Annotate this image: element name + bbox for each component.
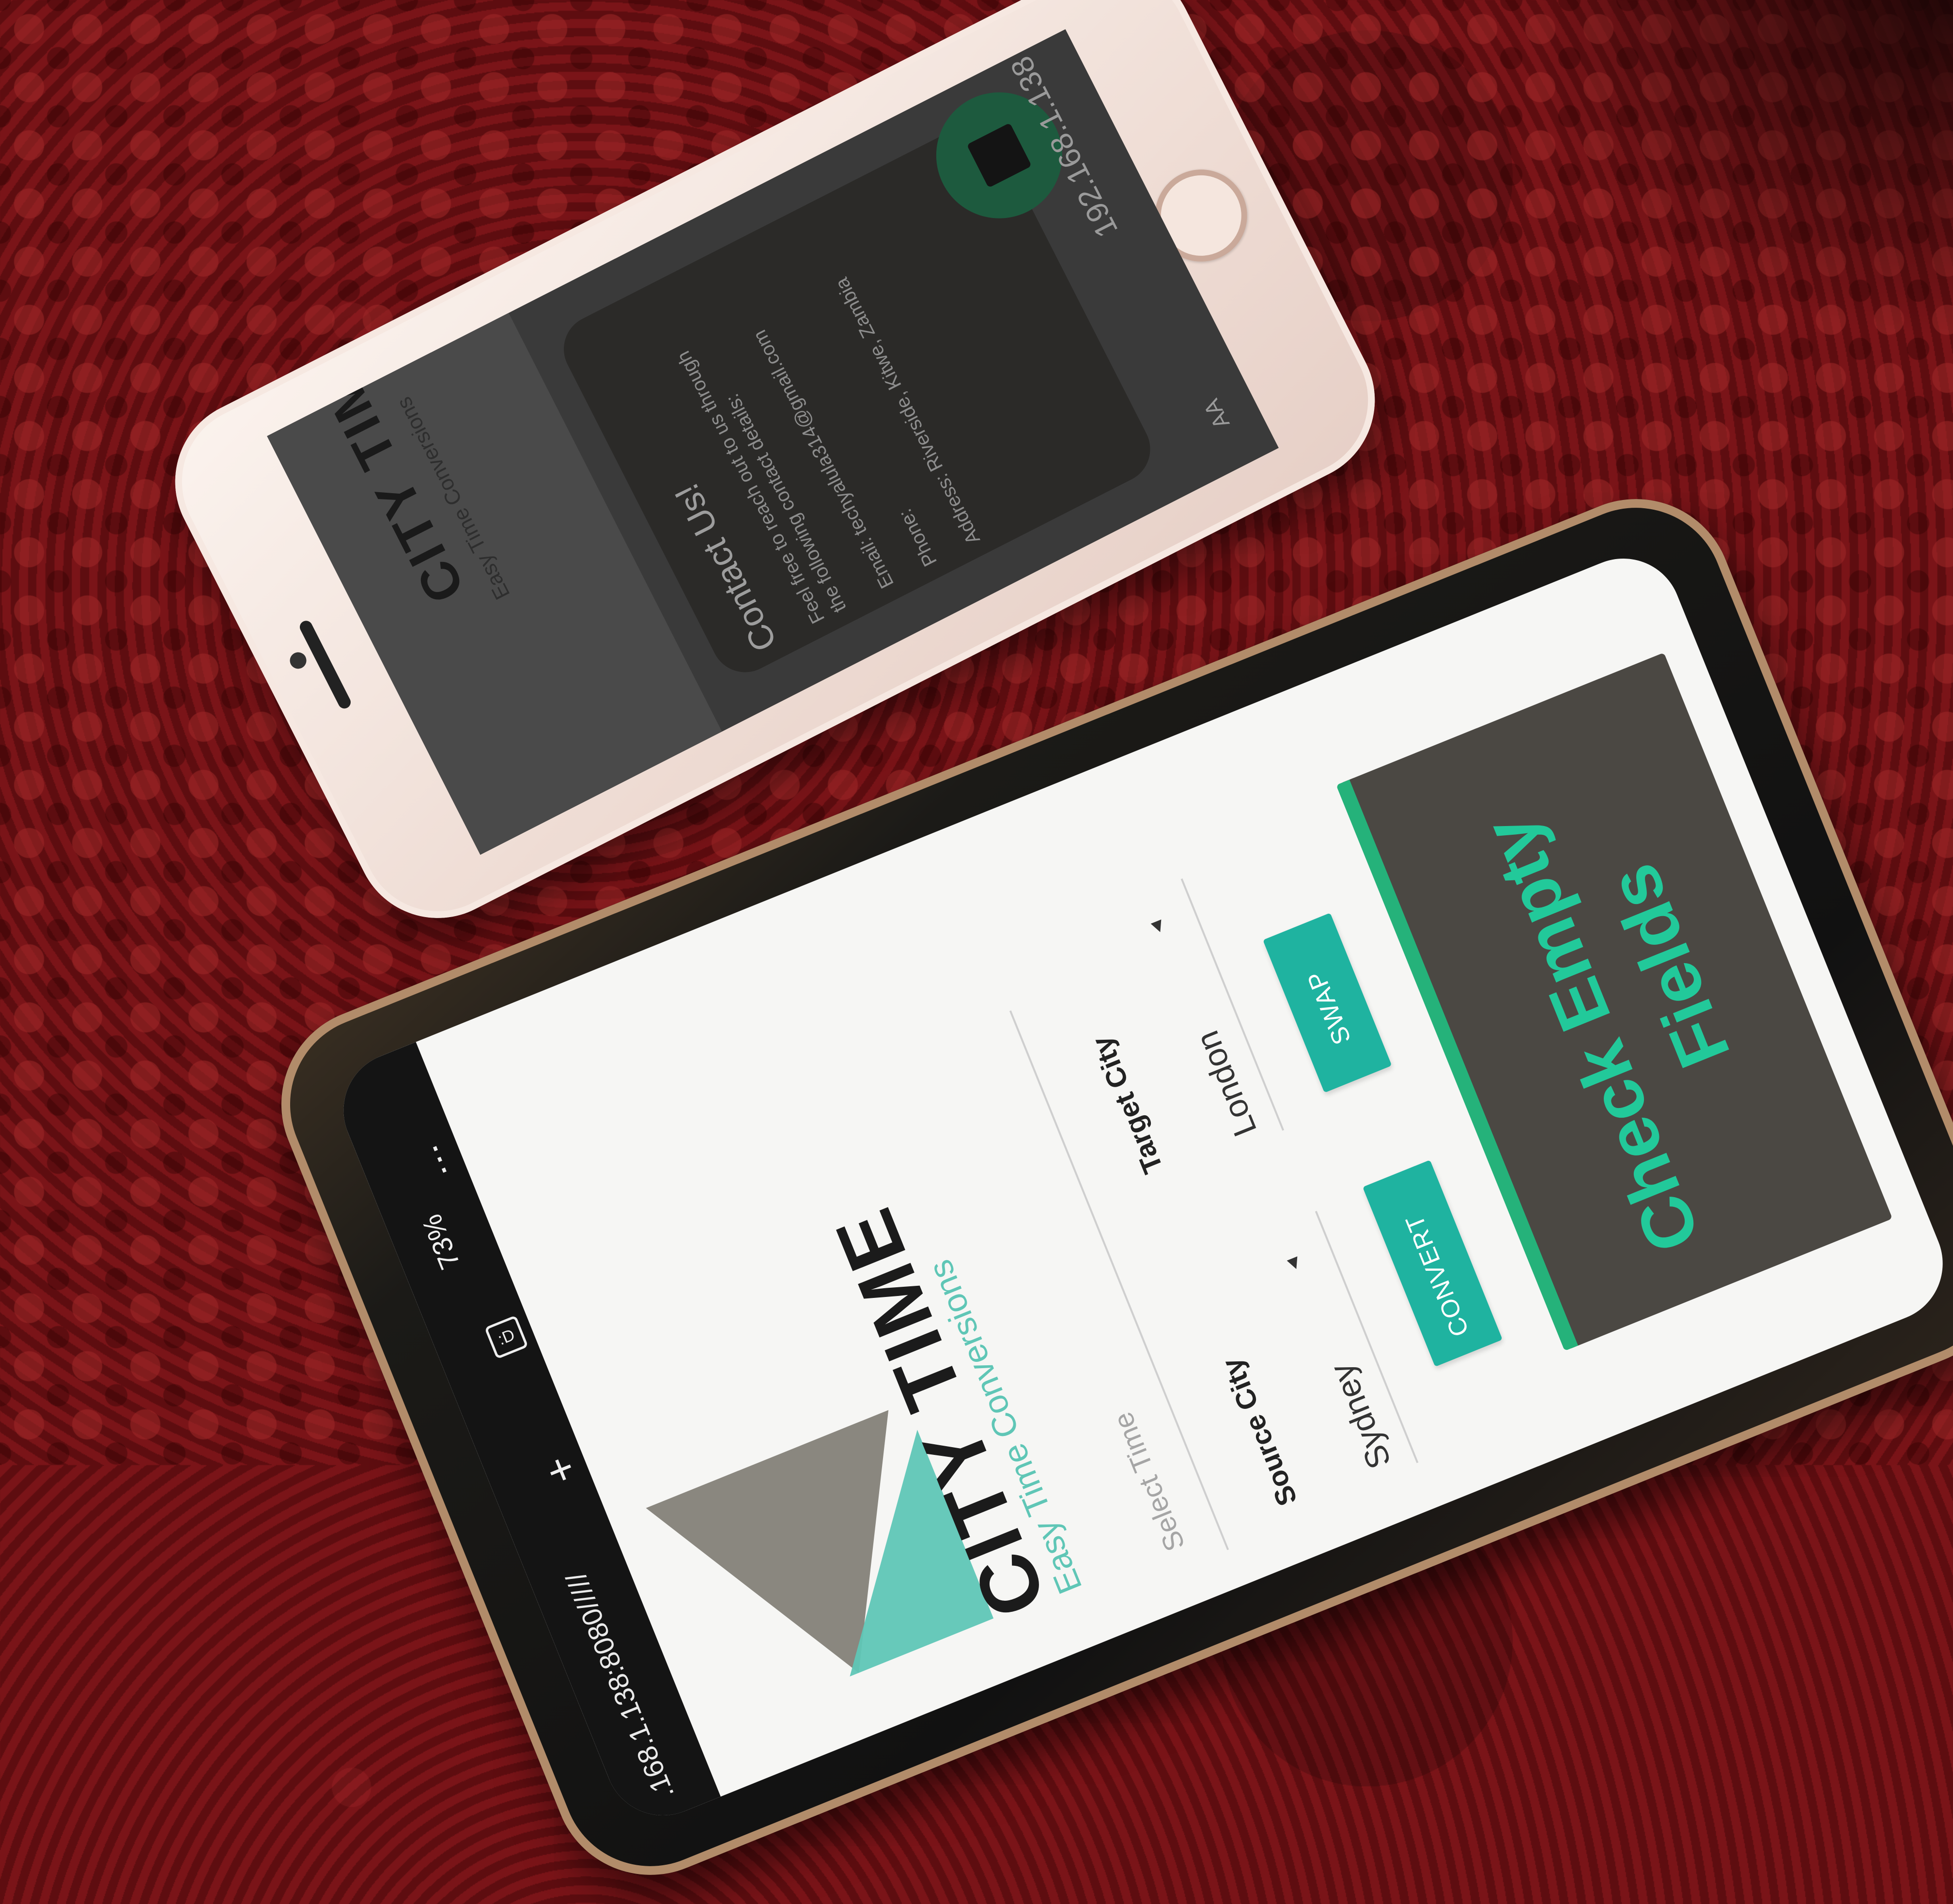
contact-phone[interactable]: Phone: — [894, 505, 942, 570]
close-icon — [966, 123, 1032, 188]
target-city-select[interactable]: London — [1188, 1026, 1264, 1142]
scroll-indicator[interactable] — [1622, 1435, 1699, 1587]
source-city-label: Source City — [1215, 1353, 1303, 1511]
front-camera — [287, 649, 310, 672]
target-city-label: Target City — [1085, 1031, 1169, 1178]
tab-switcher-button[interactable]: :D — [484, 1315, 528, 1359]
convert-button[interactable]: CONVERT — [1363, 1160, 1503, 1367]
browser-url[interactable]: .168.1.138:8080///// — [560, 1567, 681, 1804]
swap-button-label: SWAP — [1302, 966, 1357, 1049]
swap-button[interactable]: SWAP — [1263, 913, 1392, 1093]
corner-shadow — [1517, 0, 1953, 339]
source-city-select[interactable]: Sydney — [1322, 1358, 1398, 1474]
text-size-button[interactable]: AA — [1198, 395, 1235, 433]
earpiece-speaker — [297, 618, 353, 711]
source-dropdown-arrow-icon: ▼ — [1281, 1249, 1307, 1277]
new-tab-button[interactable]: + — [540, 1442, 582, 1498]
battery-level: 73% — [416, 1210, 466, 1274]
convert-button-label: CONVERT — [1400, 1210, 1475, 1341]
target-dropdown-arrow-icon: ▼ — [1145, 912, 1171, 940]
menu-icon[interactable]: ⋮ — [416, 1134, 463, 1183]
